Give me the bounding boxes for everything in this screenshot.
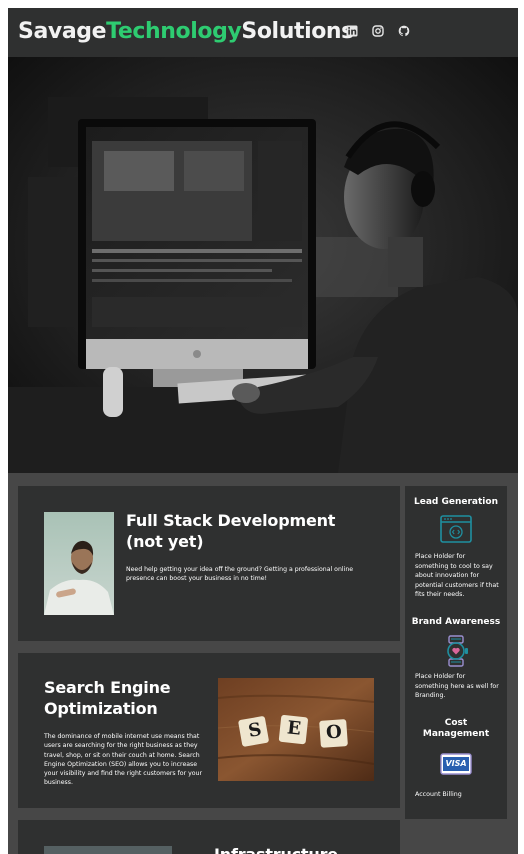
- page-frame: SavageTechnologySolutions Full Stack Dev…: [8, 8, 518, 854]
- seo-card: Search Engine Optimization The dominance…: [18, 653, 400, 808]
- smartwatch-icon: [441, 635, 471, 671]
- code-window-icon: [440, 515, 472, 547]
- full-stack-title-line2: (not yet): [126, 532, 204, 551]
- linkedin-icon[interactable]: [345, 24, 359, 38]
- brand-part-solutions: Solutions: [241, 19, 354, 44]
- visa-card-icon: VISA: [440, 753, 472, 775]
- full-stack-description: Need help getting your idea off the grou…: [126, 566, 354, 583]
- lead-generation-text: Place Holder for something to cool to sa…: [415, 553, 499, 598]
- seo-title-line2: Optimization: [44, 699, 158, 718]
- visa-card-label: VISA: [445, 759, 467, 768]
- seo-description: The dominance of mobile internet use mea…: [44, 733, 203, 787]
- seo-image: S E O: [218, 678, 374, 781]
- seo-title-line1: Search Engine: [44, 678, 171, 697]
- lead-generation-title: Lead Generation: [414, 497, 498, 507]
- site-header: SavageTechnologySolutions: [8, 8, 518, 57]
- infrastructure-card: Infrastructure: [18, 820, 400, 854]
- cost-management-text: Account Billing: [415, 791, 462, 798]
- seo-tile-s: S: [246, 719, 264, 742]
- services-sidebar: Lead Generation Place Holder for somethi…: [405, 486, 507, 819]
- brand-awareness-text: Place Holder for something here as well …: [415, 673, 499, 699]
- site-logo[interactable]: SavageTechnologySolutions: [18, 18, 354, 46]
- infrastructure-image: [44, 846, 172, 854]
- hero-image: [8, 57, 518, 473]
- brand-part-savage: Savage: [18, 19, 107, 44]
- cost-management-title-line1: Cost: [444, 718, 468, 728]
- seo-tile-e: E: [286, 717, 302, 740]
- cost-management-title-line2: Management: [422, 729, 490, 739]
- full-stack-title-line1: Full Stack Development: [126, 511, 336, 530]
- infrastructure-title: Infrastructure: [214, 844, 338, 854]
- developer-photo: [44, 512, 114, 615]
- full-stack-title: Full Stack Development (not yet): [126, 510, 335, 552]
- seo-title: Search Engine Optimization: [44, 677, 171, 719]
- cost-management-title: Cost Management: [405, 718, 507, 740]
- full-stack-card: Full Stack Development (not yet) Need he…: [18, 486, 400, 641]
- seo-tile-o: O: [325, 721, 343, 744]
- github-icon[interactable]: [397, 24, 411, 38]
- brand-part-technology: Technology: [106, 19, 242, 44]
- instagram-icon[interactable]: [371, 24, 385, 38]
- brand-awareness-title: Brand Awareness: [411, 617, 501, 627]
